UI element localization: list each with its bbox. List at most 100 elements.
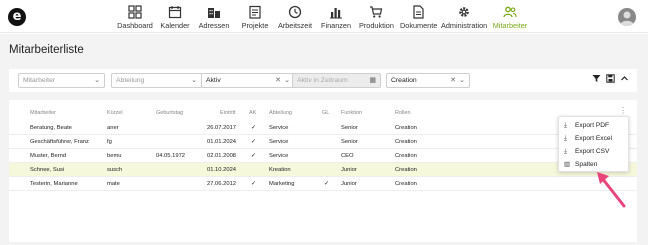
cell-funktion: Senior bbox=[341, 139, 358, 145]
column-header-ak[interactable]: AK bbox=[249, 110, 256, 116]
nav-dokumente[interactable]: Dokumente bbox=[400, 5, 438, 31]
cell-kuerzel: susch bbox=[107, 167, 123, 173]
users-icon bbox=[503, 6, 517, 18]
more-options-icon[interactable]: ⋮ bbox=[619, 106, 627, 115]
menu-item-label: Export Excel bbox=[575, 135, 613, 142]
cell-mitarbeiter: Schnee, Susi bbox=[30, 167, 65, 173]
column-header-mitarbeiter[interactable]: Mitarbeiter bbox=[30, 110, 56, 116]
nav-arbeitszeit[interactable]: Arbeitszeit bbox=[277, 5, 313, 31]
nav-label: Adressen bbox=[198, 21, 230, 30]
cell-kuerzel: fg bbox=[107, 139, 112, 145]
column-header-funktion[interactable]: Funktion bbox=[341, 110, 362, 116]
cell-mitarbeiter: Beratung, Beate bbox=[30, 125, 72, 131]
columns-icon: ▥ bbox=[564, 161, 571, 168]
app-logo[interactable]: e bbox=[8, 8, 26, 26]
download-icon: ⤓ bbox=[564, 135, 567, 142]
filter-zeitraum-placeholder: Aktiv in Zeitraum bbox=[297, 77, 348, 84]
menu-item-label: Spalten bbox=[575, 161, 598, 168]
chevron-down-icon: ⌄ bbox=[459, 77, 465, 84]
calendar-icon bbox=[168, 6, 182, 19]
cart-icon bbox=[370, 6, 383, 18]
user-icon bbox=[620, 11, 634, 26]
nav-label: Dokumente bbox=[400, 21, 438, 30]
download-icon: ⤓ bbox=[564, 122, 567, 129]
nav-adressen[interactable]: Adressen bbox=[198, 5, 230, 31]
column-header-eintritt[interactable]: Eintritt bbox=[220, 110, 236, 116]
menu-item-export-excel[interactable]: ⤓ Export Excel bbox=[559, 132, 630, 145]
dashboard-icon bbox=[128, 5, 142, 19]
cell-abteilung: Service bbox=[269, 125, 289, 131]
table-row[interactable]: Beratung, Beate aner 26.07.2017 ✓ Servic… bbox=[9, 121, 637, 135]
cell-funktion: CEO bbox=[341, 153, 354, 159]
cell-eintritt: 02.01.2008 bbox=[207, 153, 237, 159]
download-icon: ⤓ bbox=[564, 148, 567, 155]
filter-abteilung-placeholder: Abteilung bbox=[116, 77, 145, 84]
nav-label: Mitarbeiter bbox=[492, 21, 528, 30]
cell-rollen: Creation bbox=[395, 181, 417, 187]
cell-funktion: Junior bbox=[341, 181, 357, 187]
save-icon[interactable] bbox=[605, 74, 615, 86]
cell-eintritt: 01.01.2024 bbox=[207, 139, 237, 145]
cell-mitarbeiter: Geschäftsführer, Franz bbox=[30, 139, 89, 145]
nav-label: Projekte bbox=[241, 21, 269, 30]
filter-icon[interactable] bbox=[591, 74, 601, 86]
buildings-icon bbox=[208, 8, 220, 18]
filter-mitarbeiter[interactable]: Mitarbeiter ⌄ bbox=[18, 73, 105, 88]
cell-rollen: Creation bbox=[395, 125, 417, 131]
filter-status[interactable]: Aktiv ✕ ⌄ bbox=[201, 73, 295, 88]
column-header-rollen[interactable]: Rollen bbox=[395, 110, 411, 116]
clear-icon[interactable]: ✕ bbox=[450, 74, 456, 87]
cell-ak: ✓ bbox=[251, 139, 256, 145]
nav-finanzen[interactable]: Finanzen bbox=[321, 5, 351, 31]
column-header-geburtstag[interactable]: Geburtstag bbox=[156, 110, 183, 116]
filter-zeitraum[interactable]: Aktiv in Zeitraum ▦ bbox=[292, 73, 381, 88]
calendar-icon: ▦ bbox=[369, 77, 376, 84]
cell-geburtstag: 04.05.1972 bbox=[156, 153, 186, 159]
cell-abteilung: Service bbox=[269, 139, 289, 145]
nav-projekte[interactable]: Projekte bbox=[239, 5, 271, 31]
projects-icon bbox=[249, 5, 261, 19]
cell-abteilung: Service bbox=[269, 153, 289, 159]
filter-funktion[interactable]: Creation ✕ ⌄ bbox=[386, 73, 470, 88]
page-title: Mitarbeiterliste bbox=[9, 44, 84, 56]
chevron-down-icon: ⌄ bbox=[191, 77, 197, 84]
menu-item-label: Export PDF bbox=[575, 122, 610, 129]
cell-kuerzel: aner bbox=[107, 125, 119, 131]
menu-item-export-csv[interactable]: ⤓ Export CSV bbox=[559, 145, 630, 158]
table-row[interactable]: Muster, Bernd bemu 04.05.1972 02.01.2008… bbox=[9, 149, 637, 163]
nav-mitarbeiter[interactable]: Mitarbeiter bbox=[492, 5, 528, 31]
clock-icon bbox=[288, 5, 302, 19]
bar-chart-icon bbox=[330, 8, 342, 19]
cell-abteilung: Kreation bbox=[269, 167, 291, 173]
cell-mitarbeiter: Muster, Bernd bbox=[30, 153, 67, 159]
nav-dashboard[interactable]: Dashboard bbox=[116, 5, 154, 31]
filter-funktion-value: Creation bbox=[391, 77, 417, 84]
cell-funktion: Senior bbox=[341, 125, 358, 131]
cell-ak: ✓ bbox=[251, 125, 256, 131]
nav-label: Finanzen bbox=[321, 21, 352, 30]
nav-kalender[interactable]: Kalender bbox=[159, 5, 191, 31]
cell-ak: ✓ bbox=[251, 181, 256, 187]
cell-rollen: Creation bbox=[395, 153, 417, 159]
chevron-up-icon[interactable] bbox=[619, 74, 629, 86]
nav-label: Produktion bbox=[359, 21, 394, 30]
clear-icon[interactable]: ✕ bbox=[275, 74, 281, 87]
chevron-down-icon: ⌄ bbox=[284, 77, 290, 84]
nav-administration[interactable]: Administration bbox=[441, 5, 487, 31]
menu-item-export-pdf[interactable]: ⤓ Export PDF bbox=[559, 119, 630, 132]
cell-kuerzel: bemu bbox=[107, 153, 122, 159]
cell-rollen: Creation bbox=[395, 167, 417, 173]
filter-abteilung[interactable]: Abteilung ⌄ bbox=[111, 73, 202, 88]
column-header-abteilung[interactable]: Abteilung bbox=[269, 110, 292, 116]
gear-icon bbox=[459, 7, 469, 17]
table-row[interactable]: Testerin, Marianne mate 27.06.2012 ✓ Mar… bbox=[9, 177, 637, 191]
column-header-kuerzel[interactable]: Kürzel bbox=[107, 110, 123, 116]
cell-funktion: Junior bbox=[341, 167, 357, 173]
menu-item-label: Export CSV bbox=[575, 148, 610, 155]
table-row[interactable]: Geschäftsführer, Franz fg 01.01.2024 ✓ S… bbox=[9, 135, 637, 149]
column-header-gl[interactable]: GL bbox=[322, 110, 329, 116]
table-row-selected[interactable]: Schnee, Susi susch 01.10.2024 Kreation J… bbox=[9, 163, 637, 177]
user-avatar[interactable] bbox=[618, 8, 636, 26]
nav-produktion[interactable]: Produktion bbox=[359, 5, 394, 31]
cell-eintritt: 27.06.2012 bbox=[207, 181, 237, 187]
